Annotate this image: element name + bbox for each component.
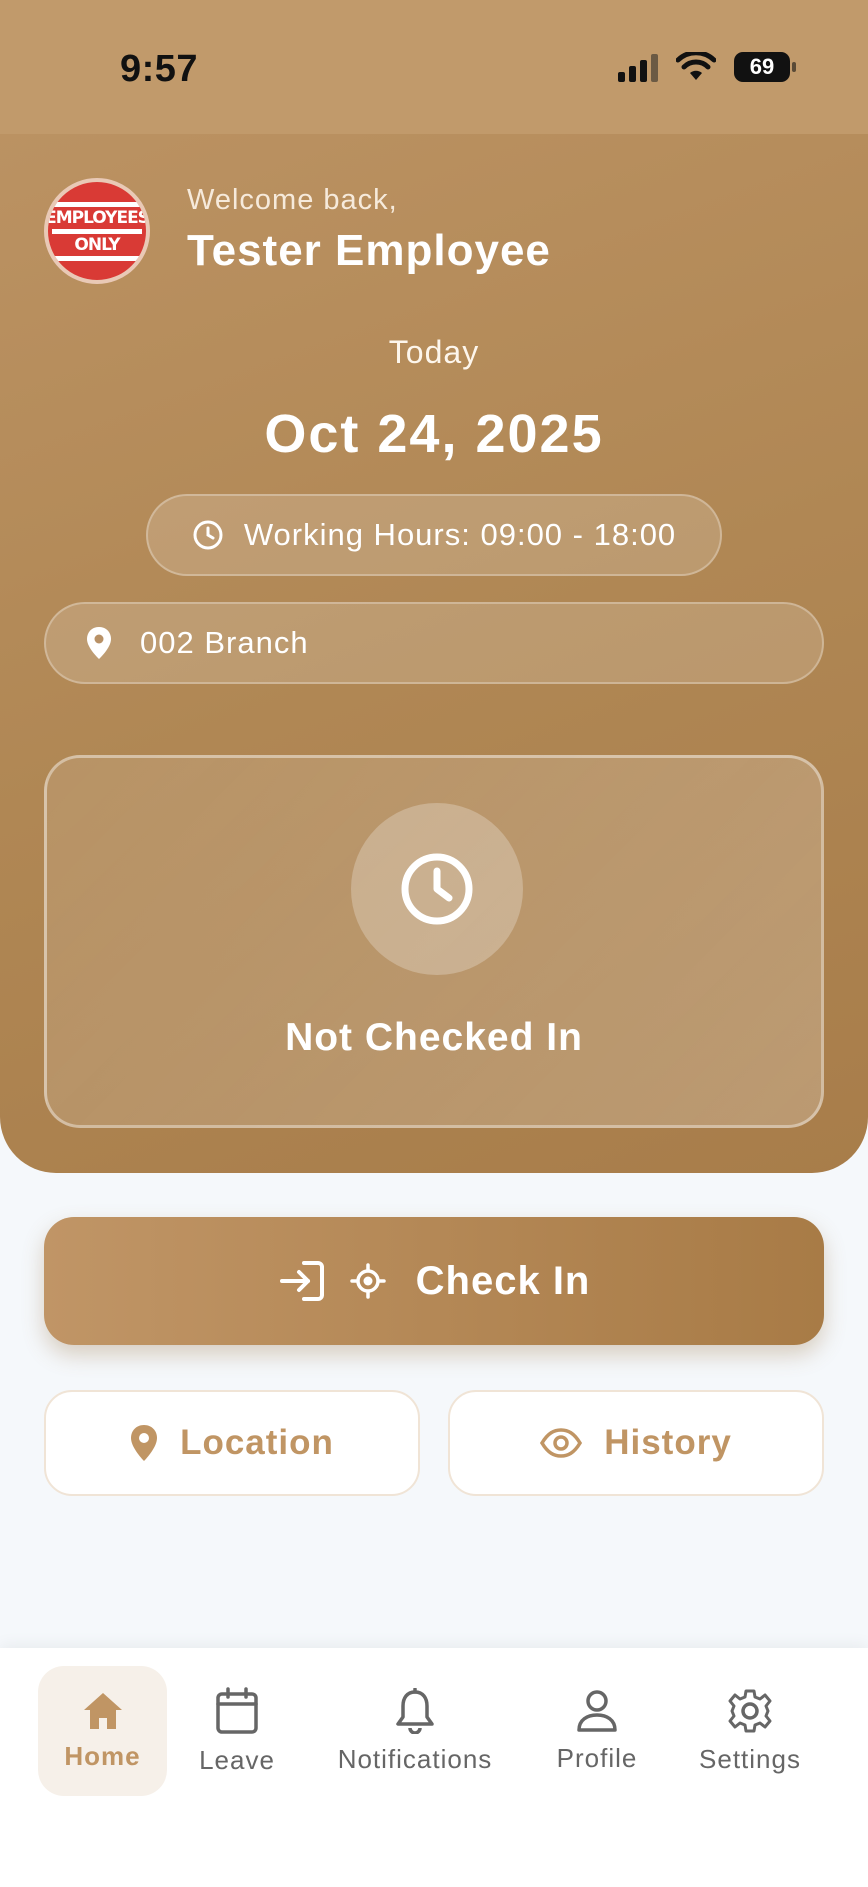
login-icon [279,1261,324,1301]
person-icon [577,1689,617,1732]
check-in-label: Check In [415,1258,591,1303]
status-icon-circle [351,803,523,975]
status-time: 9:57 [120,48,199,90]
cellular-signal-icon [618,52,658,82]
avatar-text-bottom: ONLY [74,234,120,255]
nav-settings-label: Settings [699,1743,801,1774]
nav-notifications-label: Notifications [337,1743,493,1774]
location-button[interactable]: Location [44,1390,420,1496]
clock-icon [193,520,223,550]
attendance-status-text: Not Checked In [285,1016,583,1059]
calendar-icon [216,1686,258,1734]
wifi-icon [676,52,716,80]
location-pin-icon [87,627,111,659]
eye-icon [540,1428,583,1458]
avatar-text-top: EMPLOYEES [45,207,149,228]
bottom-navigation: Home Leave Notifications Profile Setting… [0,1648,868,1887]
nav-notifications[interactable]: Notifications [326,1666,504,1796]
nav-settings[interactable]: Settings [690,1666,810,1796]
nav-profile-label: Profile [556,1742,638,1773]
nav-leave-label: Leave [199,1744,275,1775]
status-icons: 69 [618,52,796,82]
gear-icon [728,1689,772,1732]
nav-home[interactable]: Home [38,1666,167,1796]
welcome-text: Welcome back, [187,184,398,216]
avatar[interactable]: EMPLOYEES ONLY [44,178,150,284]
location-pin-icon [131,1425,158,1461]
status-bar: 9:57 69 [0,0,868,134]
branch-name: 002 Branch [140,625,309,660]
current-date: Oct 24, 2025 [264,404,604,464]
location-label: Location [180,1423,334,1462]
home-icon [83,1692,122,1729]
working-hours-pill: Working Hours: 09:00 - 18:00 [146,494,722,576]
battery-icon: 69 [734,52,796,82]
today-label: Today [388,334,480,370]
nav-profile[interactable]: Profile [547,1666,647,1796]
bell-icon [396,1687,434,1734]
gps-target-icon [349,1263,386,1299]
attendance-status-card: Not Checked In [44,755,824,1128]
nav-leave[interactable]: Leave [187,1666,287,1796]
history-button[interactable]: History [448,1390,824,1496]
check-in-button[interactable]: Check In [44,1217,824,1345]
branch-pill: 002 Branch [44,602,824,684]
clock-icon [401,853,473,925]
history-label: History [604,1423,732,1462]
working-hours-text: Working Hours: 09:00 - 18:00 [243,517,677,552]
user-name: Tester Employee [187,226,551,275]
nav-home-label: Home [64,1740,141,1771]
